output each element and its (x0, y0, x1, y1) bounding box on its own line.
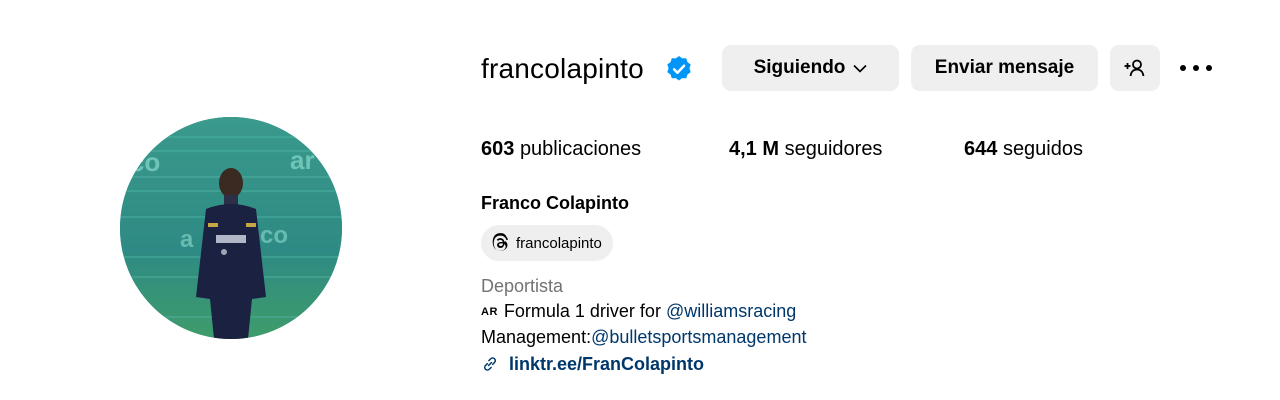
external-link-text: linktr.ee/FranColapinto (509, 354, 705, 374)
bio-line-1: AR Formula 1 driver for @williamsracing (481, 299, 796, 324)
profile-category: Deportista (481, 276, 564, 296)
following-button[interactable]: Siguiendo (722, 45, 899, 91)
following-count: 644 (964, 138, 998, 160)
verified-badge-icon (667, 56, 691, 81)
bio-line-2: Management:@bulletsportsmanagement (481, 325, 806, 349)
threads-icon (492, 233, 508, 251)
threads-handle: francolapinto (516, 234, 602, 252)
more-options-icon (1180, 65, 1212, 71)
suggested-accounts-button[interactable] (1110, 45, 1160, 91)
threads-badge[interactable]: francolapinto (481, 225, 613, 261)
country-flag: AR (481, 306, 498, 318)
avatar-image: nco ar a co (120, 117, 342, 339)
more-options-button[interactable] (1176, 54, 1216, 82)
bio-text-2: Management: (481, 327, 592, 347)
external-link[interactable]: linktr.ee/FranColapinto (481, 352, 704, 376)
mention-bulletsportsmanagement[interactable]: @bulletsportsmanagement (591, 327, 806, 347)
svg-text:co: co (260, 222, 288, 249)
posts-count: 603 (481, 138, 515, 160)
chevron-down-icon (853, 64, 867, 73)
send-message-button[interactable]: Enviar mensaje (911, 45, 1098, 91)
svg-text:a: a (180, 226, 194, 253)
posts-stat: 603 publicaciones (481, 134, 641, 164)
followers-label: seguidores (784, 138, 883, 160)
followers-stat[interactable]: 4,1 M seguidores (729, 134, 882, 164)
username: francolapinto (481, 53, 644, 84)
link-icon (483, 357, 497, 371)
full-name: Franco Colapinto (481, 193, 629, 213)
mention-williamsracing[interactable]: @williamsracing (666, 301, 796, 321)
svg-text:nco: nco (120, 147, 160, 177)
posts-label: publicaciones (519, 138, 642, 160)
svg-text:ar: ar (290, 145, 315, 175)
profile-avatar[interactable]: nco ar a co (120, 117, 342, 339)
send-message-label: Enviar mensaje (934, 57, 1075, 78)
following-label: Siguiendo (753, 57, 846, 78)
followers-count: 4,1 M (729, 138, 780, 160)
following-stat-label: seguidos (1002, 138, 1083, 160)
bio-text-1: Formula 1 driver for (503, 301, 666, 321)
following-stat[interactable]: 644 seguidos (964, 134, 1083, 164)
person-add-icon (1124, 59, 1145, 77)
profile-page: nco ar a co francolapinto Siguiendo Envi… (0, 0, 1280, 400)
